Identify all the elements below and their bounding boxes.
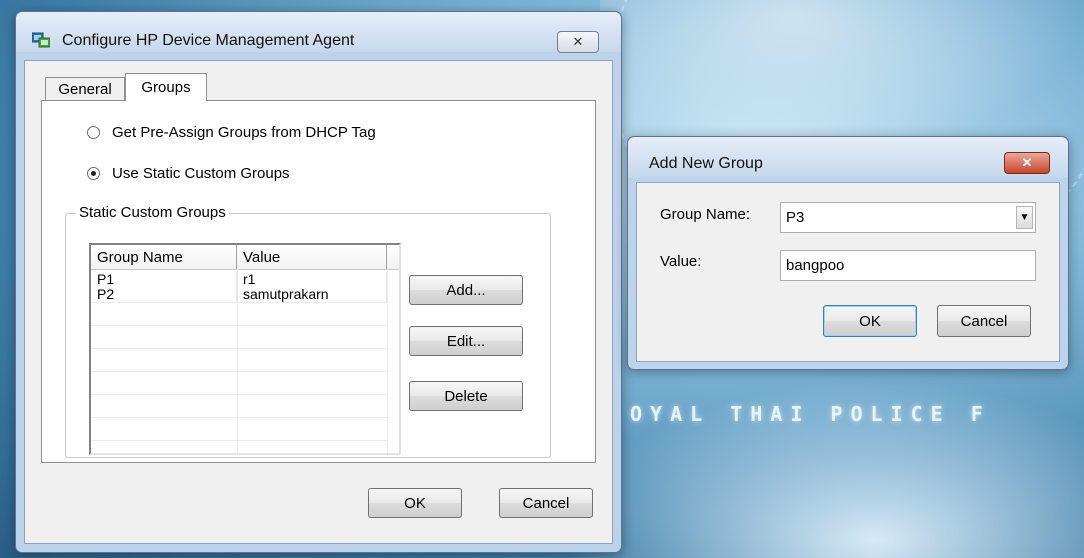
grid-line xyxy=(91,325,387,326)
static-custom-groups-label: Static Custom Groups xyxy=(76,204,229,221)
list-header: Group Name Value xyxy=(91,245,399,270)
title-bar[interactable]: Add New Group ✕ xyxy=(628,137,1068,177)
radio-dhcp-tag[interactable]: Get Pre-Assign Groups from DHCP Tag xyxy=(87,124,376,141)
close-button[interactable]: ✕ xyxy=(1004,152,1050,174)
tab-general-label: General xyxy=(58,81,112,98)
table-row[interactable]: P1 r1 xyxy=(91,272,387,287)
dialog-client-area: General Groups Get Pre-Assign Groups fro… xyxy=(24,60,613,544)
radio-static-groups[interactable]: Use Static Custom Groups xyxy=(87,165,290,182)
table-row[interactable]: P2 samutprakarn xyxy=(91,287,387,302)
radio-dhcp-indicator[interactable] xyxy=(87,126,100,139)
add-new-group-dialog: Add New Group ✕ Group Name: P3 ▼ Value: … xyxy=(627,136,1069,370)
value-label: Value: xyxy=(660,253,702,270)
cancel-button[interactable]: Cancel xyxy=(937,305,1031,337)
cancel-button[interactable]: Cancel xyxy=(499,488,593,518)
grid-line xyxy=(91,417,387,418)
column-header-group-name[interactable]: Group Name xyxy=(91,245,237,269)
group-name-value: P3 xyxy=(786,209,805,226)
cell-value: samutprakarn xyxy=(237,287,387,302)
wallpaper-text: OYAL THAI POLICE F xyxy=(630,402,991,426)
tab-groups-label: Groups xyxy=(141,79,191,96)
group-name-label: Group Name: xyxy=(660,206,751,223)
title-bar[interactable]: Configure HP Device Management Agent ✕ xyxy=(16,12,621,53)
column-header-value[interactable]: Value xyxy=(237,245,387,269)
hp-agent-app-icon xyxy=(32,32,50,48)
dialog-title: Configure HP Device Management Agent xyxy=(62,32,355,49)
groups-list[interactable]: Group Name Value P1 r1 P2 samutprakarn xyxy=(89,243,401,455)
value-field[interactable]: bangpoo xyxy=(780,250,1036,281)
column-divider xyxy=(387,269,388,453)
close-button[interactable]: ✕ xyxy=(557,31,599,53)
grid-line xyxy=(91,371,387,372)
ok-button[interactable]: OK xyxy=(823,305,917,337)
cell-value: r1 xyxy=(237,272,387,287)
close-icon: ✕ xyxy=(572,34,584,49)
grid-line xyxy=(91,440,387,441)
grid-line xyxy=(91,348,387,349)
close-icon: ✕ xyxy=(1021,155,1033,170)
radio-static-label: Use Static Custom Groups xyxy=(112,165,290,182)
value-field-text: bangpoo xyxy=(786,257,845,274)
tab-general[interactable]: General xyxy=(45,77,125,101)
configure-agent-dialog: Configure HP Device Management Agent ✕ G… xyxy=(15,11,622,553)
cell-group-name: P1 xyxy=(91,272,237,287)
ok-button[interactable]: OK xyxy=(368,488,462,518)
delete-button[interactable]: Delete xyxy=(409,381,523,411)
tab-groups[interactable]: Groups xyxy=(125,73,207,101)
grid-line xyxy=(91,394,387,395)
groups-tab-panel: Get Pre-Assign Groups from DHCP Tag Use … xyxy=(41,100,596,463)
edit-button[interactable]: Edit... xyxy=(409,326,523,356)
radio-static-indicator[interactable] xyxy=(87,167,100,180)
cell-group-name: P2 xyxy=(91,287,237,302)
radio-dhcp-label: Get Pre-Assign Groups from DHCP Tag xyxy=(112,124,376,141)
group-name-combobox[interactable]: P3 ▼ xyxy=(780,202,1036,233)
dialog-title: Add New Group xyxy=(649,155,763,172)
column-divider xyxy=(237,269,238,453)
dialog-client-area: Group Name: P3 ▼ Value: bangpoo OK Cance… xyxy=(636,182,1060,362)
grid-line xyxy=(91,302,387,303)
chevron-down-icon[interactable]: ▼ xyxy=(1016,206,1033,229)
add-button[interactable]: Add... xyxy=(409,275,523,305)
